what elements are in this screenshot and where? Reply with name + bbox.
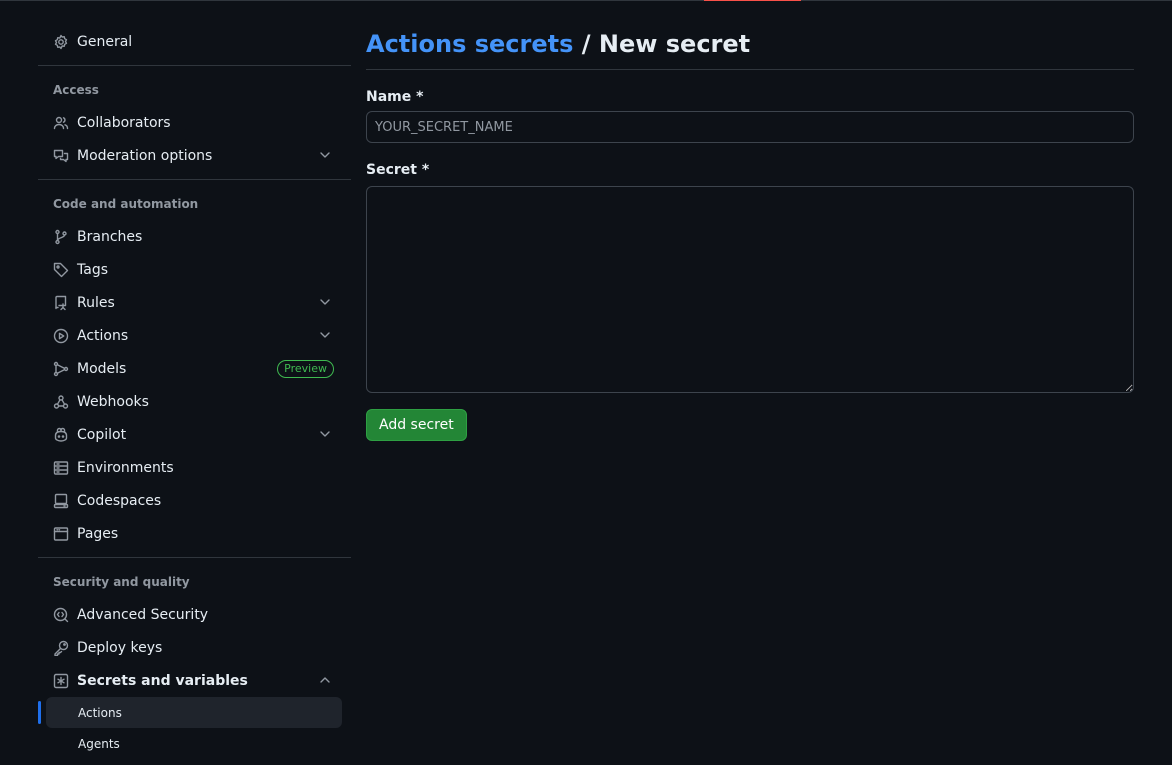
sidebar-item-branches[interactable]: Branches — [38, 220, 351, 253]
sidebar-item-tags[interactable]: Tags — [38, 253, 351, 286]
webhook-icon — [53, 394, 69, 410]
chevron-up-icon[interactable] — [318, 673, 332, 687]
top-progress-accent — [704, 0, 801, 1]
codescan-icon — [53, 607, 69, 623]
divider — [38, 179, 351, 180]
sidebar-item-label: General — [77, 33, 133, 50]
section-heading-code-automation: Code and automation — [53, 197, 199, 211]
page-title: Actions secrets / New secret — [366, 25, 1134, 63]
codespaces-icon — [53, 493, 69, 509]
sidebar-subitem-label: Actions — [78, 705, 122, 720]
top-border — [0, 0, 1172, 1]
sidebar-item-secrets-and-variables[interactable]: Secrets and variables — [38, 664, 351, 697]
sidebar-item-label: Copilot — [77, 426, 127, 443]
sidebar-item-label: Secrets and variables — [77, 672, 248, 689]
section-heading-security-quality: Security and quality — [53, 575, 190, 589]
sidebar-item-label: Pages — [77, 525, 119, 542]
divider — [38, 557, 351, 558]
sidebar-item-moderation[interactable]: Moderation options — [38, 139, 351, 172]
sidebar-item-deploy-keys[interactable]: Deploy keys — [38, 631, 351, 664]
sidebar-item-label: Advanced Security — [77, 606, 209, 623]
server-icon — [53, 460, 69, 476]
chevron-down-icon[interactable] — [318, 295, 332, 309]
sidebar-item-pages[interactable]: Pages — [38, 517, 351, 550]
sidebar-item-label: Webhooks — [77, 393, 149, 410]
sidebar-item-general[interactable]: General — [38, 25, 351, 58]
models-icon — [53, 361, 69, 377]
breadcrumb-separator: / — [573, 30, 599, 58]
secret-name-input[interactable] — [366, 111, 1134, 143]
sidebar-subitem-label: Agents — [78, 736, 120, 751]
chevron-down-icon[interactable] — [318, 328, 332, 342]
preview-badge: Preview — [277, 360, 334, 378]
sidebar-item-label: Deploy keys — [77, 639, 163, 656]
sidebar-item-codespaces[interactable]: Codespaces — [38, 484, 351, 517]
main-content: Actions secrets / New secret Name * Secr… — [366, 25, 1134, 441]
chevron-down-icon[interactable] — [318, 148, 332, 162]
branch-icon — [53, 229, 69, 245]
sidebar-subitem-agents[interactable]: Agents — [46, 728, 342, 759]
divider — [38, 65, 351, 66]
title-divider — [366, 69, 1134, 70]
sidebar-item-label: Rules — [77, 294, 115, 311]
sidebar-item-label: Collaborators — [77, 114, 171, 131]
key-icon — [53, 640, 69, 656]
sidebar-item-advanced-security[interactable]: Advanced Security — [38, 598, 351, 631]
section-heading-access: Access — [53, 83, 99, 97]
sidebar-subitem-actions[interactable]: Actions — [38, 697, 342, 728]
tag-icon — [53, 262, 69, 278]
sidebar-item-copilot[interactable]: Copilot — [38, 418, 351, 451]
chevron-down-icon[interactable] — [318, 427, 332, 441]
sidebar-item-environments[interactable]: Environments — [38, 451, 351, 484]
sidebar-item-label: Moderation options — [77, 147, 213, 164]
sidebar-item-webhooks[interactable]: Webhooks — [38, 385, 351, 418]
add-secret-button[interactable]: Add secret — [366, 409, 467, 441]
gear-icon — [53, 34, 69, 50]
sidebar-item-label: Branches — [77, 228, 143, 245]
browser-icon — [53, 526, 69, 542]
people-icon — [53, 115, 69, 131]
secret-label: Secret * — [366, 162, 430, 178]
comment-discussion-icon — [53, 148, 69, 164]
sidebar-item-actions[interactable]: Actions — [38, 319, 351, 352]
sidebar-item-label: Codespaces — [77, 492, 162, 509]
sidebar-item-models[interactable]: Models Preview — [38, 352, 351, 385]
settings-sidebar: General Access Collaborators Moderation … — [38, 25, 351, 759]
copilot-icon — [53, 427, 69, 443]
page-title-text: New secret — [598, 30, 751, 58]
sidebar-item-rules[interactable]: Rules — [38, 286, 351, 319]
play-circle-icon — [53, 328, 69, 344]
sidebar-item-label: Models — [77, 360, 127, 377]
asterisk-box-icon — [53, 673, 69, 689]
sidebar-item-label: Actions — [77, 327, 129, 344]
repo-push-icon — [53, 295, 69, 311]
secret-value-textarea[interactable] — [366, 186, 1134, 393]
sidebar-item-label: Environments — [77, 459, 174, 476]
name-label: Name * — [366, 89, 424, 105]
breadcrumb-actions-secrets-link[interactable]: Actions secrets — [366, 30, 573, 58]
sidebar-item-label: Tags — [77, 261, 108, 278]
sidebar-item-collaborators[interactable]: Collaborators — [38, 106, 351, 139]
